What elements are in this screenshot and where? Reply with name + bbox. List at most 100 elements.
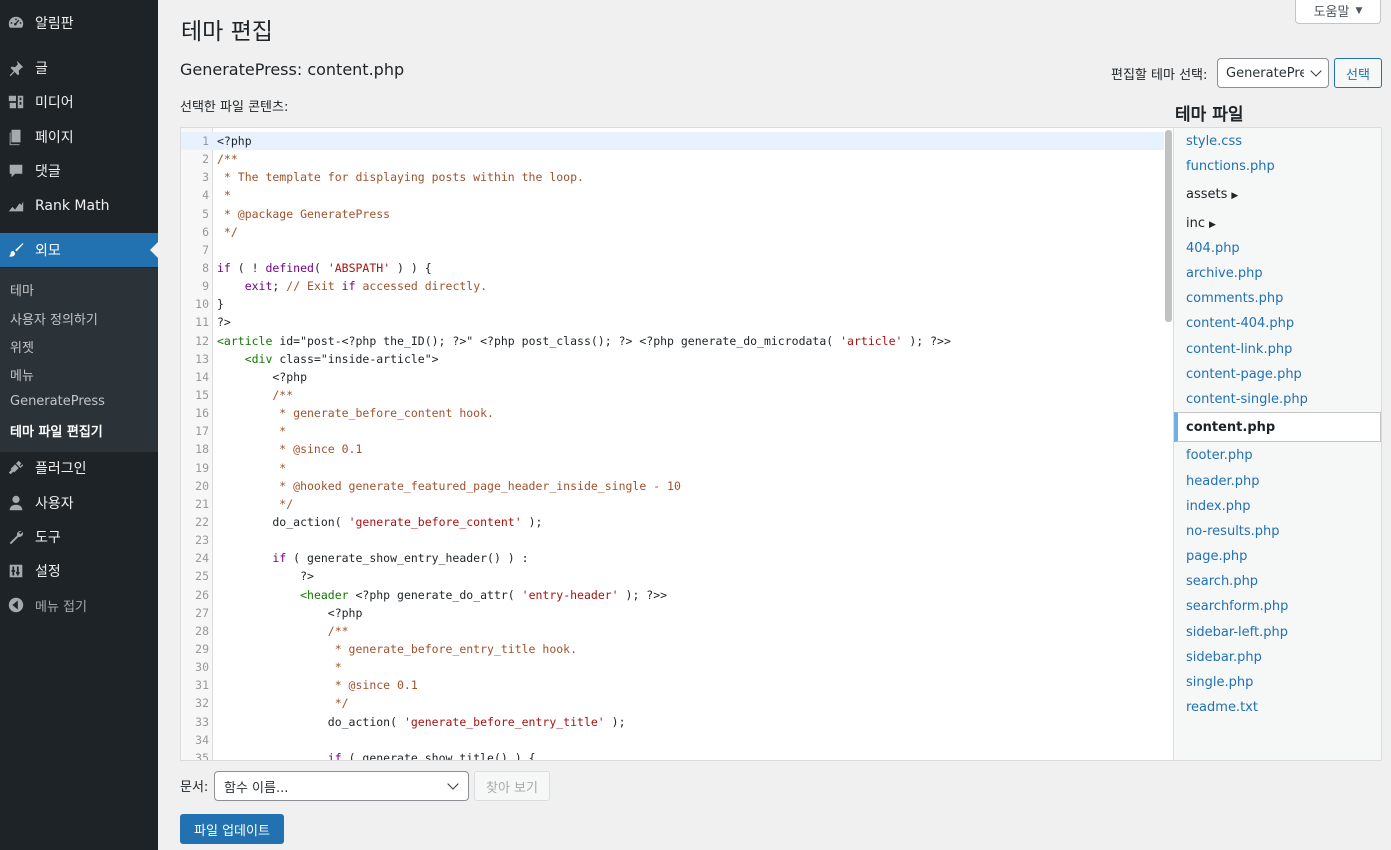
code-line[interactable]: 4 * [181, 186, 1173, 204]
select-theme-button[interactable]: 선택 [1334, 58, 1382, 88]
code-text: * @since 0.1 [217, 442, 363, 457]
wrench-icon [6, 527, 26, 547]
submenu-item-theme-file-editor[interactable]: 테마 파일 편집기 [10, 421, 103, 440]
code-line[interactable]: 9 exit; // Exit if accessed directly. [181, 277, 1173, 295]
file-tree-folder[interactable]: inc ▶ [1186, 216, 1216, 231]
code-text: <?php [217, 369, 308, 384]
code-line[interactable]: 30 * [181, 658, 1173, 676]
line-number: 13 [195, 351, 209, 366]
code-line[interactable]: 10} [181, 295, 1173, 313]
code-line[interactable]: 35 if ( generate_show_title() ) { [181, 749, 1173, 760]
file-tree-item[interactable]: no-results.php [1186, 524, 1280, 539]
file-tree-item[interactable]: content-link.php [1186, 342, 1292, 357]
code-line[interactable]: 29 * generate_before_entry_title hook. [181, 640, 1173, 658]
line-number: 22 [195, 514, 209, 529]
code-line[interactable]: 15 /** [181, 386, 1173, 404]
file-tree-item[interactable]: sidebar-left.php [1186, 625, 1288, 640]
file-tree-item[interactable]: content-single.php [1186, 392, 1308, 407]
file-tree-item[interactable]: page.php [1186, 549, 1247, 564]
code-line[interactable]: 5 * @package GeneratePress [181, 205, 1173, 223]
documentation-select[interactable]: 함수 이름... [214, 771, 469, 801]
theme-select-label: 편집할 테마 선택: [1111, 68, 1208, 83]
menu-item-pages[interactable]: 페이지 [0, 120, 158, 154]
comment-icon [6, 161, 26, 181]
code-line[interactable]: 32 */ [181, 694, 1173, 712]
menu-item-media[interactable]: 미디어 [0, 85, 158, 119]
code-line[interactable]: 20 * @hooked generate_featured_page_head… [181, 477, 1173, 495]
menu-item-appearance[interactable]: 외모 [0, 233, 158, 267]
menu-item-settings[interactable]: 설정 [0, 554, 158, 588]
code-line[interactable]: 3 * The template for displaying posts wi… [181, 168, 1173, 186]
collapse-menu-button[interactable]: 메뉴 접기 [0, 588, 158, 622]
code-line[interactable]: 11 ?> [181, 313, 1173, 331]
line-number: 6 [202, 224, 209, 239]
code-line[interactable]: 21 */ [181, 495, 1173, 513]
code-line[interactable]: 28 /** [181, 622, 1173, 640]
file-tree-item[interactable]: functions.php [1186, 159, 1275, 174]
submenu-item-themes[interactable]: 테마 [10, 280, 34, 299]
line-number: 20 [195, 478, 209, 493]
submenu-item-menus[interactable]: 메뉴 [10, 365, 34, 384]
menu-item-comments[interactable]: 댓글 [0, 154, 158, 188]
menu-item-rank-math[interactable]: Rank Math [0, 189, 158, 223]
submenu-item-widgets[interactable]: 위젯 [10, 337, 34, 356]
file-tree-item[interactable]: style.css [1186, 134, 1242, 149]
code-line[interactable]: 8 if ( ! defined( 'ABSPATH' ) ) { [181, 259, 1173, 277]
code-line[interactable]: 1 <?php [181, 132, 1173, 151]
file-tree-item[interactable]: sidebar.php [1186, 650, 1262, 665]
menu-item-plugins[interactable]: 플러그인 [0, 451, 158, 485]
line-number: 10 [195, 297, 209, 312]
menu-item-posts[interactable]: 글 [0, 51, 158, 85]
code-line[interactable]: 7 [181, 241, 1173, 259]
scrollbar-thumb[interactable] [1165, 130, 1172, 322]
code-line[interactable]: 13 <div class="inside-article"> [181, 350, 1173, 368]
file-tree-item[interactable]: searchform.php [1186, 599, 1288, 614]
code-line[interactable]: 26 <header <?php generate_do_attr( 'entr… [181, 586, 1173, 604]
file-tree-item[interactable]: single.php [1186, 675, 1253, 690]
code-line[interactable]: 25 ?> [181, 567, 1173, 585]
collapse-icon [6, 595, 26, 615]
code-line[interactable]: 6 */ [181, 223, 1173, 241]
file-tree-item[interactable]: content-page.php [1186, 367, 1302, 382]
code-line[interactable]: 23 [181, 531, 1173, 549]
file-tree-folder[interactable]: assets ▶ [1186, 187, 1238, 202]
theme-select-value: GeneratePress [1226, 65, 1304, 81]
lookup-button[interactable]: 찾아 보기 [474, 771, 550, 801]
file-tree-item[interactable]: search.php [1186, 574, 1258, 589]
rank-math-icon [6, 196, 26, 216]
submenu-item-customize[interactable]: 사용자 정의하기 [10, 309, 98, 328]
code-editor[interactable]: 1 <?php 2/** 3 * The template for displayin… [180, 127, 1174, 761]
code-line[interactable]: 14 <?php [181, 368, 1173, 386]
file-tree-item[interactable]: archive.php [1186, 266, 1263, 281]
editor-scrollbar[interactable] [1164, 128, 1173, 760]
code-text: <?php [217, 134, 252, 148]
code-line[interactable]: 24 if ( generate_show_entry_header() ) : [181, 549, 1173, 567]
submenu-item-generatepress[interactable]: GeneratePress [10, 394, 105, 409]
help-tab[interactable]: 도움말 ▼ [1295, 0, 1381, 24]
file-tree-item[interactable]: 404.php [1186, 241, 1240, 256]
file-tree-item[interactable]: header.php [1186, 474, 1259, 489]
menu-item-dashboard[interactable]: 알림판 [0, 6, 158, 40]
code-line[interactable]: 2 /** [181, 150, 1173, 168]
code-line[interactable]: 27 <?php [181, 604, 1173, 622]
file-tree-item[interactable]: readme.txt [1186, 700, 1258, 715]
code-line[interactable]: 18 * @since 0.1 [181, 440, 1173, 458]
code-line[interactable]: 34 [181, 731, 1173, 749]
file-tree-item[interactable]: content.php [1174, 412, 1381, 442]
file-tree-item[interactable]: index.php [1186, 499, 1250, 514]
theme-select[interactable]: GeneratePress [1217, 58, 1329, 88]
file-tree-item[interactable]: footer.php [1186, 448, 1253, 463]
file-tree-item[interactable]: comments.php [1186, 291, 1283, 306]
code-line[interactable]: 33 do_action( 'generate_before_entry_tit… [181, 713, 1173, 731]
file-tree-item[interactable]: content-404.php [1186, 316, 1294, 331]
code-line[interactable]: 22 do_action( 'generate_before_content' … [181, 513, 1173, 531]
menu-item-users[interactable]: 사용자 [0, 486, 158, 520]
menu-item-tools[interactable]: 도구 [0, 520, 158, 554]
code-line[interactable]: 19 * [181, 459, 1173, 477]
code-line[interactable]: 31 * @since 0.1 [181, 676, 1173, 694]
code-line[interactable]: 17 * [181, 422, 1173, 440]
code-line[interactable]: 12 <article id="post-<?php the_ID(); ?>" … [181, 332, 1173, 350]
menu-label: 페이지 [35, 130, 74, 146]
code-line[interactable]: 16 * generate_before_content hook. [181, 404, 1173, 422]
update-file-button[interactable]: 파일 업데이트 [180, 814, 284, 844]
